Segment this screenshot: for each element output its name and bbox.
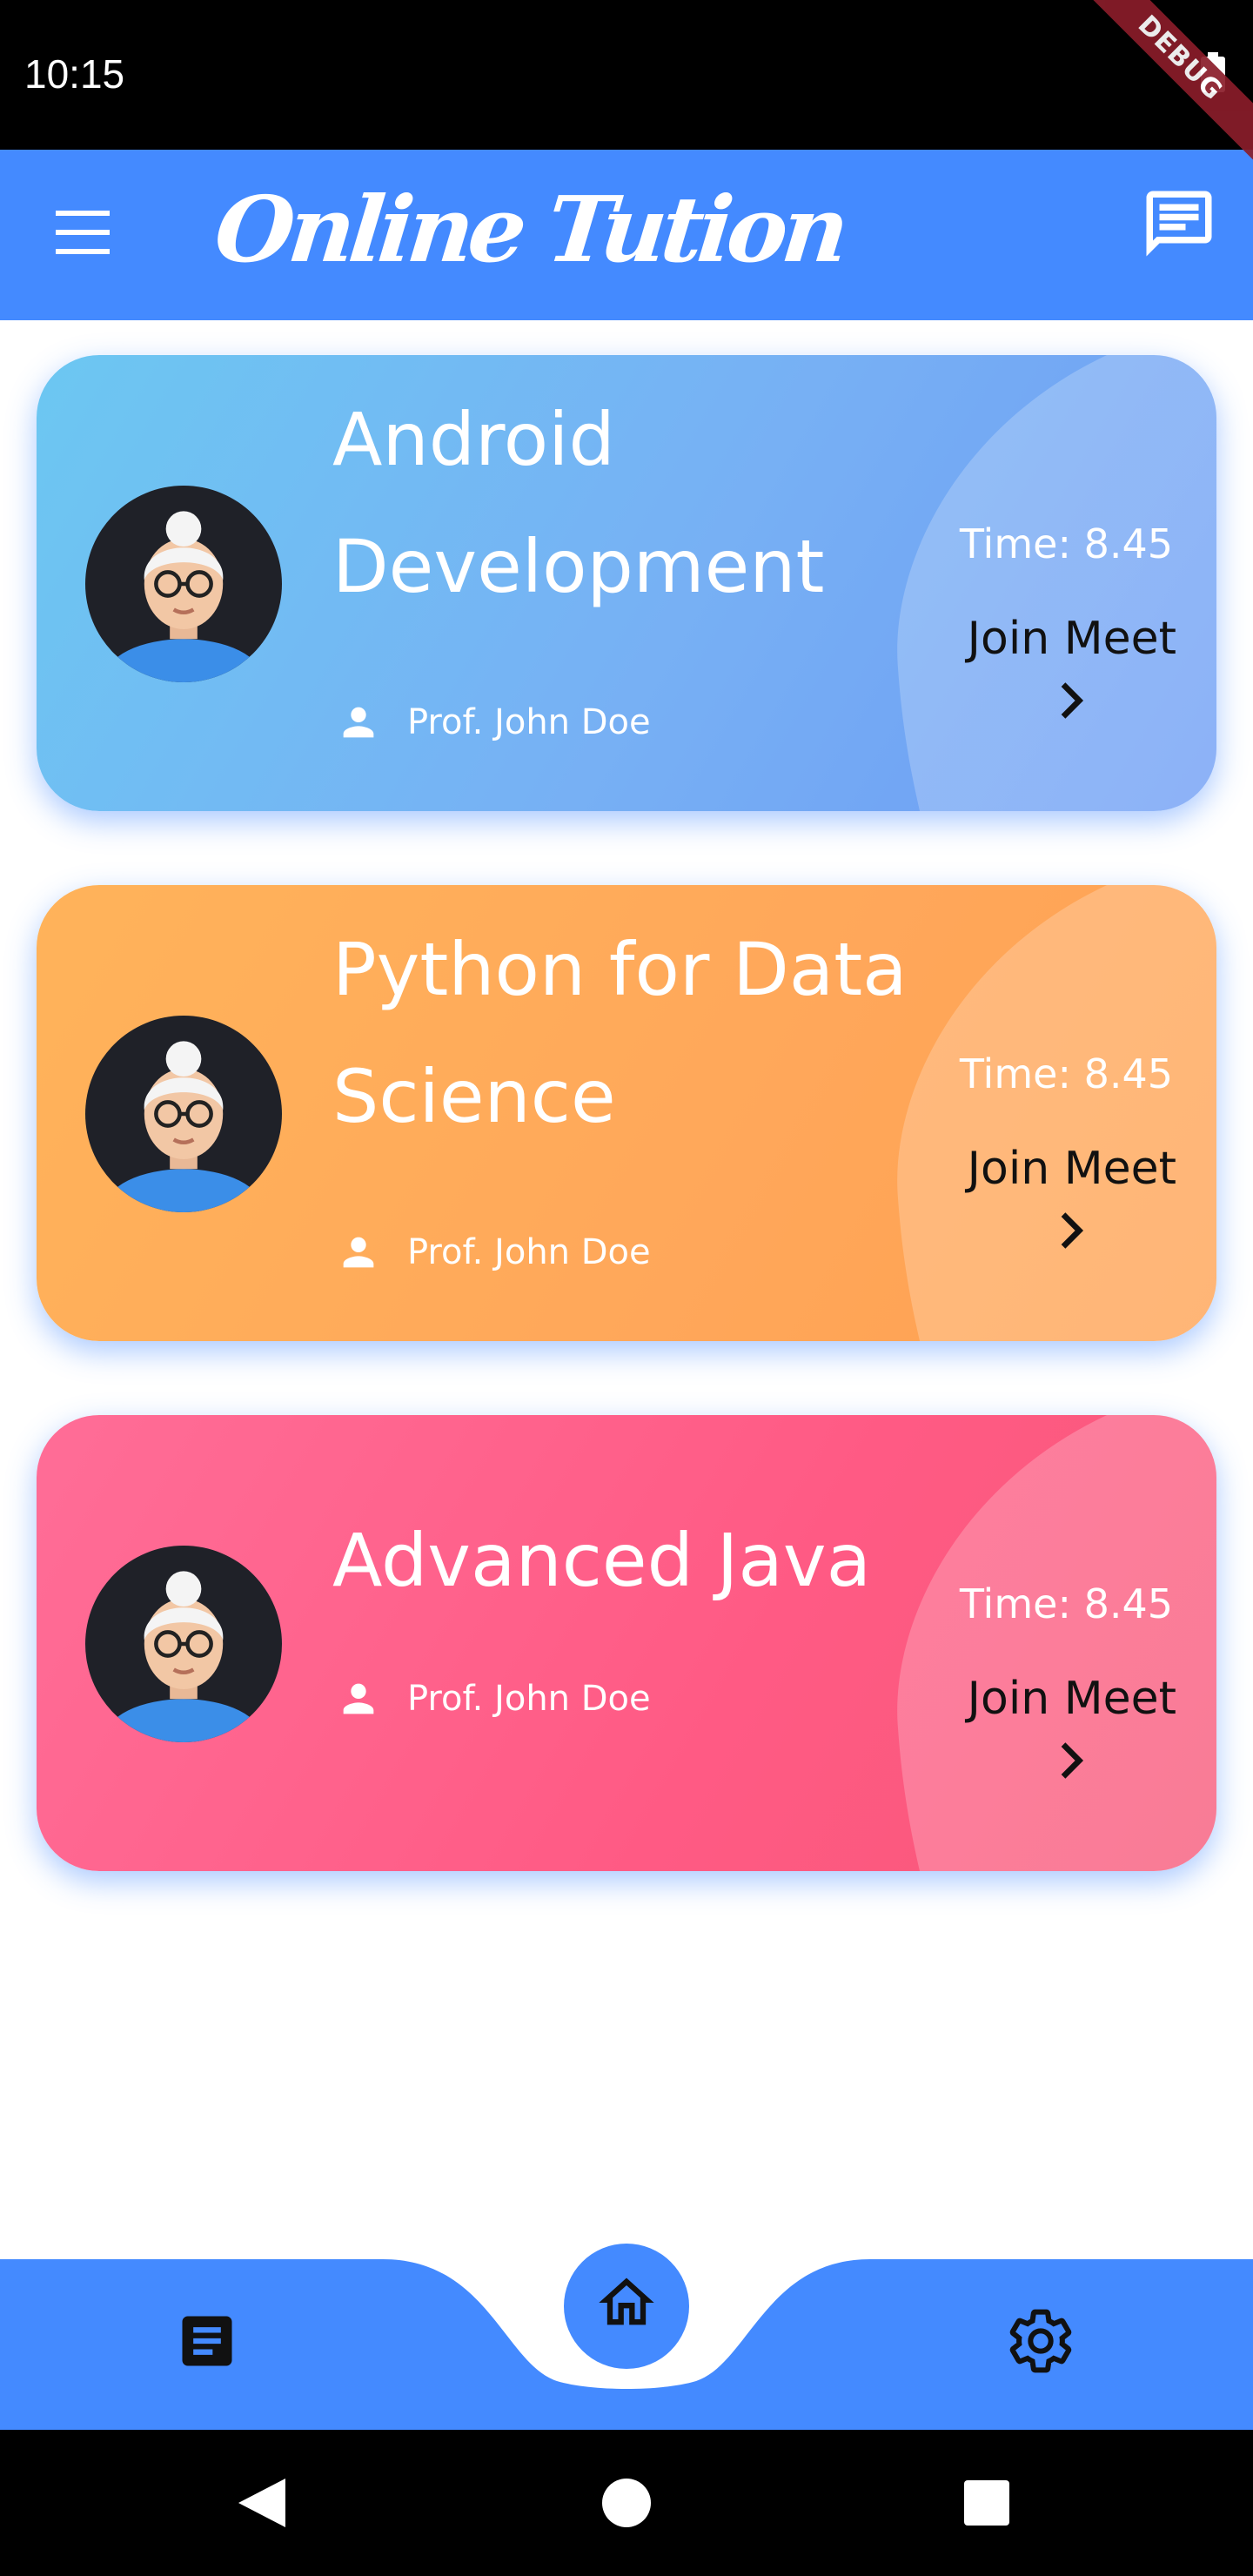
app-title: Online Tution (210, 176, 849, 283)
meet-time: Time: 8.45 (959, 520, 1173, 567)
chevron-right-icon (1061, 1212, 1084, 1249)
bottom-navigation (0, 2244, 1253, 2430)
chevron-right-icon (1061, 1742, 1084, 1779)
join-meet-label: Join Meet (967, 1143, 1176, 1195)
meet-time: Time: 8.45 (959, 1580, 1173, 1627)
join-meet-button[interactable]: Join Meet (941, 1673, 1176, 1779)
join-meet-button[interactable]: Join Meet (941, 1143, 1176, 1249)
instructor-avatar (85, 1016, 282, 1212)
class-card-java: Advanced Java Prof. John Doe Time: 8.45 … (37, 1415, 1216, 1871)
chat-icon[interactable] (1140, 184, 1218, 263)
app-bar: Online Tution (0, 150, 1253, 320)
course-title-line1: Python for Data (332, 927, 908, 1012)
instructor-avatar (85, 486, 282, 682)
back-icon[interactable] (235, 2475, 289, 2531)
join-meet-label: Join Meet (967, 1673, 1176, 1725)
person-icon (343, 1683, 374, 1714)
menu-icon[interactable] (50, 211, 118, 258)
course-title-line2: Development (332, 524, 825, 609)
join-meet-label: Join Meet (967, 613, 1176, 665)
instructor-name: Prof. John Doe (407, 702, 651, 742)
settings-icon[interactable] (1006, 2306, 1075, 2376)
course-title-line2: Science (332, 1054, 616, 1139)
meet-time: Time: 8.45 (959, 1050, 1173, 1097)
status-bar: 10:15 (0, 0, 1253, 150)
chevron-right-icon (1061, 682, 1084, 719)
instructor-row: Prof. John Doe (332, 696, 651, 748)
home-circle-icon[interactable] (602, 2479, 651, 2527)
instructor-row: Prof. John Doe (332, 1226, 651, 1278)
join-meet-button[interactable]: Join Meet (941, 613, 1176, 719)
class-card-python: Python for Data Science Prof. John Doe T… (37, 885, 1216, 1341)
recents-icon[interactable] (964, 2480, 1009, 2526)
battery-icon (1201, 52, 1225, 92)
docs-icon[interactable] (174, 2308, 240, 2374)
person-icon (343, 707, 374, 738)
instructor-avatar (85, 1546, 282, 1742)
system-navigation-bar (0, 2430, 1253, 2576)
course-title-line1: Android (332, 397, 615, 482)
instructor-row: Prof. John Doe (332, 1673, 651, 1725)
person-icon (343, 1237, 374, 1268)
home-icon[interactable] (564, 2244, 689, 2369)
course-title: Advanced Java (332, 1518, 872, 1603)
status-time: 10:15 (24, 51, 125, 97)
instructor-name: Prof. John Doe (407, 1679, 651, 1719)
class-card-android: Android Development Prof. John Doe Time:… (37, 355, 1216, 811)
instructor-name: Prof. John Doe (407, 1232, 651, 1272)
